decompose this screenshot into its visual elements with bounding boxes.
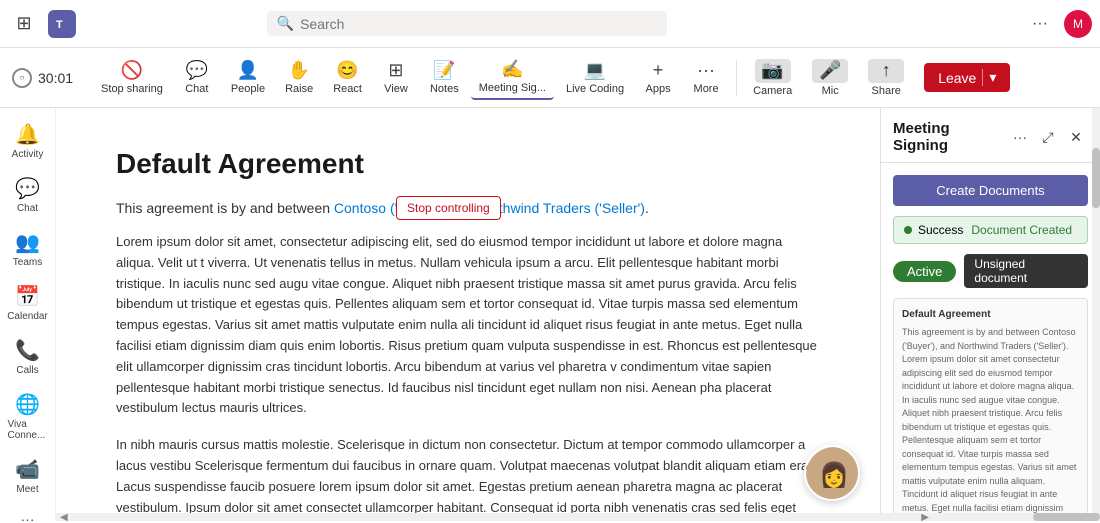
panel-header: Meeting Signing ··· ⤢ ✕: [881, 108, 1100, 163]
top-bar-actions: ··· M: [1024, 8, 1092, 40]
calls-nav-icon: 📞: [15, 338, 40, 363]
chat-button[interactable]: 💬 Chat: [175, 56, 219, 99]
teams-nav-icon: 👥: [15, 230, 40, 255]
main-content: 🔔 Activity 💬 Chat 👥 Teams 📅 Calendar 📞 C…: [0, 108, 1100, 521]
success-indicator: [904, 226, 912, 234]
meet-nav-icon: 📹: [15, 457, 40, 482]
panel-title: Meeting Signing: [893, 120, 1008, 154]
sidebar-item-viva[interactable]: 🌐 Viva Conne...: [4, 386, 52, 447]
create-documents-button[interactable]: Create Documents: [893, 175, 1088, 206]
chat-nav-icon: 💬: [15, 176, 40, 201]
people-button[interactable]: 👤 People: [223, 56, 273, 99]
timer-circle: ○: [12, 68, 32, 88]
active-badge: Active: [893, 261, 956, 282]
more-nav-icon: ···: [21, 511, 35, 521]
panel-header-actions: ··· ⤢ ✕: [1008, 125, 1088, 149]
people-icon: 👤: [237, 60, 259, 81]
react-icon: 😊: [336, 60, 358, 81]
sidebar-item-teams[interactable]: 👥 Teams: [4, 224, 52, 274]
user-avatar[interactable]: M: [1064, 10, 1092, 38]
preview-title: Default Agreement: [902, 307, 1079, 322]
meeting-sig-button[interactable]: ✍️ Meeting Sig...: [471, 55, 554, 100]
sidebar-item-meet[interactable]: 📹 Meet: [4, 451, 52, 501]
camera-button[interactable]: 📷 Camera: [745, 55, 800, 101]
mic-icon: 🎤: [812, 59, 848, 83]
share-button[interactable]: ↑ Share: [860, 55, 912, 101]
document-preview: Default Agreement This agreement is by a…: [893, 298, 1088, 521]
seller-highlight: Northwind Traders ('Seller'): [476, 200, 645, 216]
grid-icon[interactable]: ⊞: [8, 8, 40, 40]
participant-avatar: 👩: [804, 445, 860, 501]
panel-body: Create Documents Success Document Create…: [881, 163, 1100, 521]
svg-text:T: T: [56, 19, 63, 31]
status-row: Active Unsigned document: [893, 254, 1088, 288]
view-icon: ⊞: [388, 60, 403, 81]
preview-text: This agreement is by and between Contoso…: [902, 327, 1076, 521]
meeting-toolbar: ○ 30:01 🚫 Stop sharing 💬 Chat 👤 People ✋…: [0, 48, 1100, 108]
vertical-scrollbar[interactable]: [1092, 108, 1100, 521]
panel-more-button[interactable]: ···: [1008, 125, 1032, 149]
teams-logo: T: [48, 10, 76, 38]
mic-button[interactable]: 🎤 Mic: [804, 55, 856, 101]
sidebar-item-chat[interactable]: 💬 Chat: [4, 170, 52, 220]
meeting-timer: ○ 30:01: [12, 68, 73, 88]
viva-nav-icon: 🌐: [15, 392, 40, 417]
apps-icon: +: [653, 60, 664, 81]
search-icon: 🔍: [277, 15, 294, 32]
activity-icon: 🔔: [15, 122, 40, 147]
notes-icon: 📝: [433, 60, 455, 81]
more-button[interactable]: ··· More: [684, 56, 728, 99]
search-input[interactable]: [300, 16, 657, 32]
leave-chevron-icon[interactable]: ▾: [982, 69, 996, 86]
sidebar-item-activity[interactable]: 🔔 Activity: [4, 116, 52, 166]
scrollbar-thumb[interactable]: [1092, 148, 1100, 208]
sidebar-item-calls[interactable]: 📞 Calls: [4, 332, 52, 382]
stop-controlling-button[interactable]: Stop controlling: [396, 196, 501, 220]
stop-sharing-button[interactable]: 🚫 Stop sharing: [93, 56, 171, 99]
success-message: Success Document Created: [893, 216, 1088, 244]
hscrollbar-thumb[interactable]: [1033, 513, 1100, 521]
calendar-nav-icon: 📅: [15, 284, 40, 309]
document-body: Lorem ipsum dolor sit amet, consectetur …: [116, 232, 820, 521]
panel-expand-button[interactable]: ⤢: [1036, 125, 1060, 149]
camera-icon: 📷: [755, 59, 791, 83]
sidebar-item-calendar[interactable]: 📅 Calendar: [4, 278, 52, 328]
left-nav: 🔔 Activity 💬 Chat 👥 Teams 📅 Calendar 📞 C…: [0, 108, 56, 521]
meeting-sig-icon: ✍️: [501, 59, 523, 80]
sidebar-item-more[interactable]: ···: [4, 505, 52, 521]
view-button[interactable]: ⊞ View: [374, 56, 418, 99]
doc-paragraph-2: In nibh mauris cursus mattis molestie. S…: [116, 435, 820, 521]
panel-close-button[interactable]: ✕: [1064, 125, 1088, 149]
raise-icon: ✋: [288, 60, 310, 81]
react-button[interactable]: 😊 React: [325, 56, 370, 99]
share-icon: ↑: [868, 59, 904, 83]
leave-button[interactable]: Leave ▾: [924, 63, 1010, 92]
stop-share-icon: 🚫: [121, 60, 143, 81]
toolbar-sep: [736, 60, 737, 96]
unsigned-badge: Unsigned document: [964, 254, 1088, 288]
live-coding-button[interactable]: 💻 Live Coding: [558, 56, 632, 99]
search-bar[interactable]: 🔍: [267, 11, 667, 36]
horizontal-scrollbar[interactable]: ◀ ▶: [56, 513, 1100, 521]
live-coding-icon: 💻: [584, 60, 606, 81]
document-title: Default Agreement: [116, 148, 820, 180]
notes-button[interactable]: 📝 Notes: [422, 56, 467, 99]
chat-icon: 💬: [186, 60, 208, 81]
document-viewer[interactable]: Stop controlling Default Agreement This …: [56, 108, 880, 521]
doc-paragraph-1: Lorem ipsum dolor sit amet, consectetur …: [116, 232, 820, 419]
top-bar: ⊞ T 🔍 ··· M: [0, 0, 1100, 48]
document-area: Stop controlling Default Agreement This …: [56, 108, 1100, 521]
raise-button[interactable]: ✋ Raise: [277, 56, 321, 99]
more-icon[interactable]: ···: [1024, 8, 1056, 40]
apps-button[interactable]: + Apps: [636, 56, 680, 99]
more-icon: ···: [697, 60, 715, 81]
signing-panel: Meeting Signing ··· ⤢ ✕ Create Documents…: [880, 108, 1100, 521]
